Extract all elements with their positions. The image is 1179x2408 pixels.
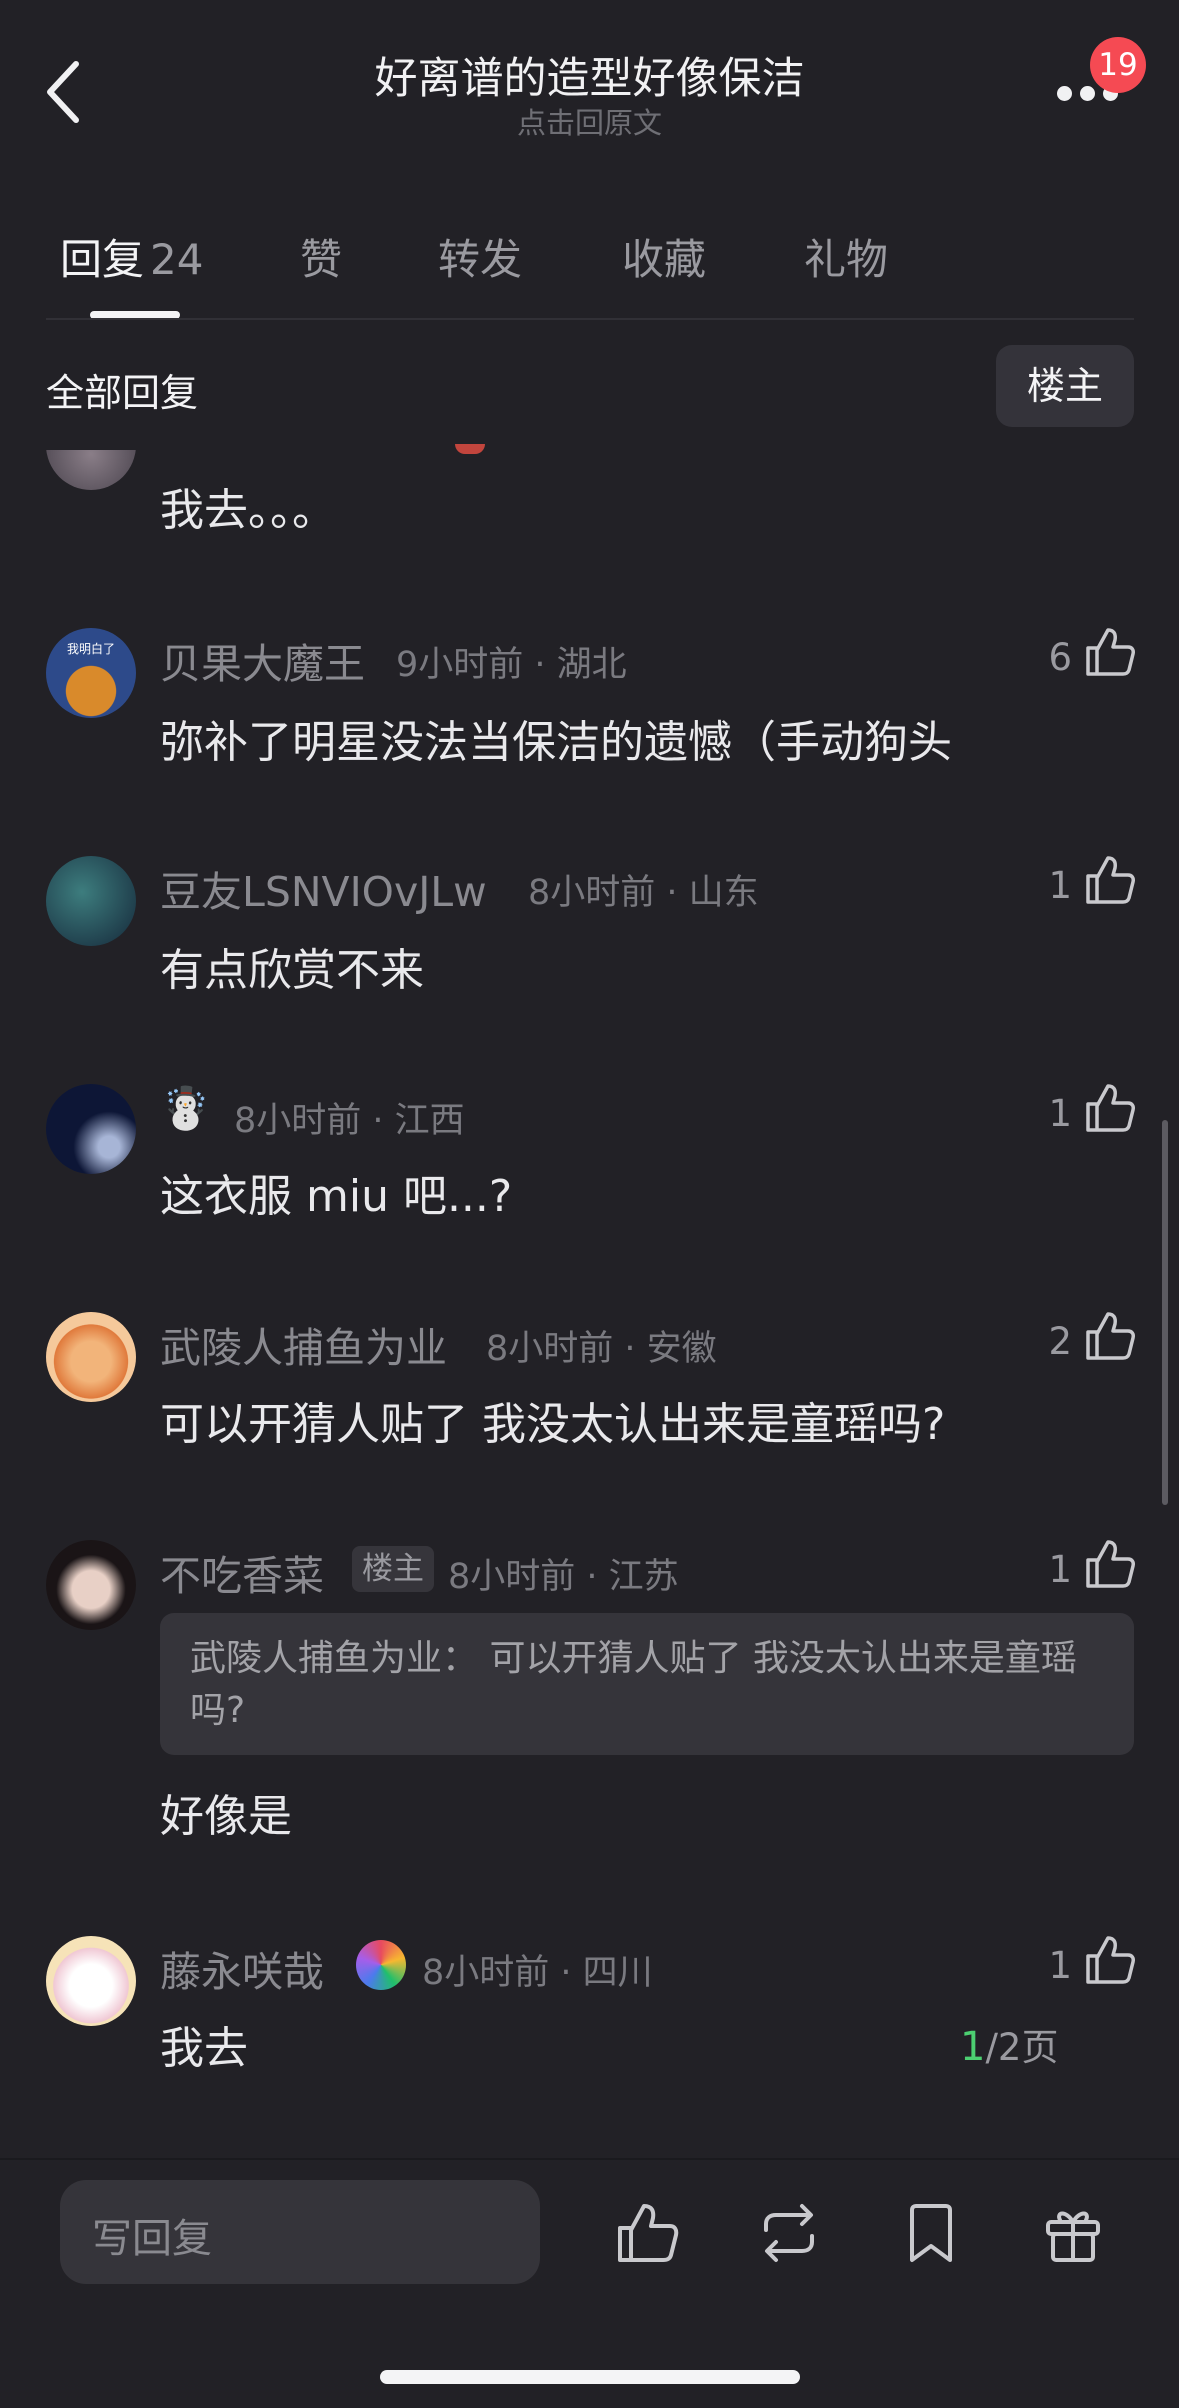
home-indicator[interactable] [380,2370,800,2384]
like-count: 1 [1048,1944,1072,1987]
tab-forward[interactable]: 转发 [438,226,522,287]
thumbs-up-icon[interactable] [1084,854,1136,906]
badge-fragment [455,444,485,454]
like-count: 1 [1048,1092,1072,1135]
comment-body: 我去。。。 [160,485,336,536]
notification-badge: 19 [1090,37,1146,93]
comment-body: 这衣服 miu 吧...? [160,1171,513,1222]
thumbs-up-icon[interactable] [1084,1082,1136,1134]
like-count: 1 [1048,864,1072,907]
tab-gift[interactable]: 礼物 [804,226,888,287]
all-replies-label: 全部回复 [46,371,199,415]
scrollbar[interactable] [1162,1120,1168,1505]
page-current: 1 [960,2024,986,2070]
comment-username[interactable]: 武陵人捕鱼为业 [160,1314,447,1374]
comment-body: 可以开猜人贴了 我没太认出来是童瑶吗? [160,1399,946,1450]
comment-meta: 8小时前 · 江苏 [448,1557,679,1597]
comment-meta: 8小时前 · 江西 [234,1101,465,1141]
comment-username[interactable]: 藤永咲哉 [160,1938,324,1998]
bookmark-icon[interactable] [898,2200,964,2266]
comment-username[interactable]: ☃️ [160,1084,211,1133]
comment-body: 好像是 [160,1791,292,1842]
avatar[interactable] [46,1312,136,1402]
comment-username[interactable]: 贝果大魔王 [160,630,365,690]
like-count: 1 [1048,1548,1072,1591]
thumbs-up-icon[interactable] [1084,1934,1136,1986]
user-badge-icon [356,1940,406,1990]
avatar[interactable] [46,1936,136,2026]
reply-count: 24 [150,235,204,284]
page-total: /2页 [985,2026,1059,2069]
tab-collect[interactable]: 收藏 [622,226,706,287]
like-count: 6 [1048,636,1072,679]
avatar[interactable] [46,856,136,946]
avatar[interactable]: 我明白了 [46,628,136,718]
comment-body: 我去 [160,2023,248,2074]
page-title: 好离谱的造型好像保洁 [374,54,805,104]
thumbs-up-icon[interactable] [614,2200,680,2266]
comment-meta: 8小时前 · 四川 [422,1953,653,1993]
op-only-button[interactable]: 楼主 [996,345,1134,427]
like-count: 2 [1048,1320,1072,1363]
tab-reply[interactable]: 回复 24 [60,226,203,287]
tab-reply-label: 回复 [60,235,145,284]
reply-placeholder: 写回复 [92,2216,212,2262]
thumbs-up-icon[interactable] [1084,626,1136,678]
repost-icon[interactable] [756,2200,822,2266]
tab-like[interactable]: 赞 [300,226,342,287]
comment-meta: 9小时前 · 湖北 [396,645,627,685]
comment-username[interactable]: 豆友LSNVIOvJLw [160,858,487,918]
avatar[interactable] [46,1084,136,1174]
tab-divider [46,318,1134,320]
comment-body: 有点欣赏不来 [160,945,424,996]
bottom-divider [0,2158,1179,2160]
thumbs-up-icon[interactable] [1084,1310,1136,1362]
comment-username[interactable]: 不吃香菜 [160,1542,324,1602]
avatar-caption: 我明白了 [66,642,115,656]
comment-meta: 8小时前 · 山东 [528,873,759,913]
page-indicator[interactable]: 1/2页 [960,2017,1110,2077]
comment-body: 弥补了明星没法当保洁的遗憾（手动狗头 [160,717,952,768]
op-tag: 楼主 [352,1546,434,1592]
back-to-original-link[interactable]: 点击回原文 [0,100,1179,142]
thumbs-up-icon[interactable] [1084,1538,1136,1590]
avatar[interactable] [46,1540,136,1630]
comment-meta: 8小时前 · 安徽 [486,1329,717,1369]
quoted-reply-text: 武陵人捕鱼为业： 可以开猜人贴了 我没太认出来是童瑶吗? [190,1638,1077,1731]
gift-icon[interactable] [1040,2200,1106,2266]
